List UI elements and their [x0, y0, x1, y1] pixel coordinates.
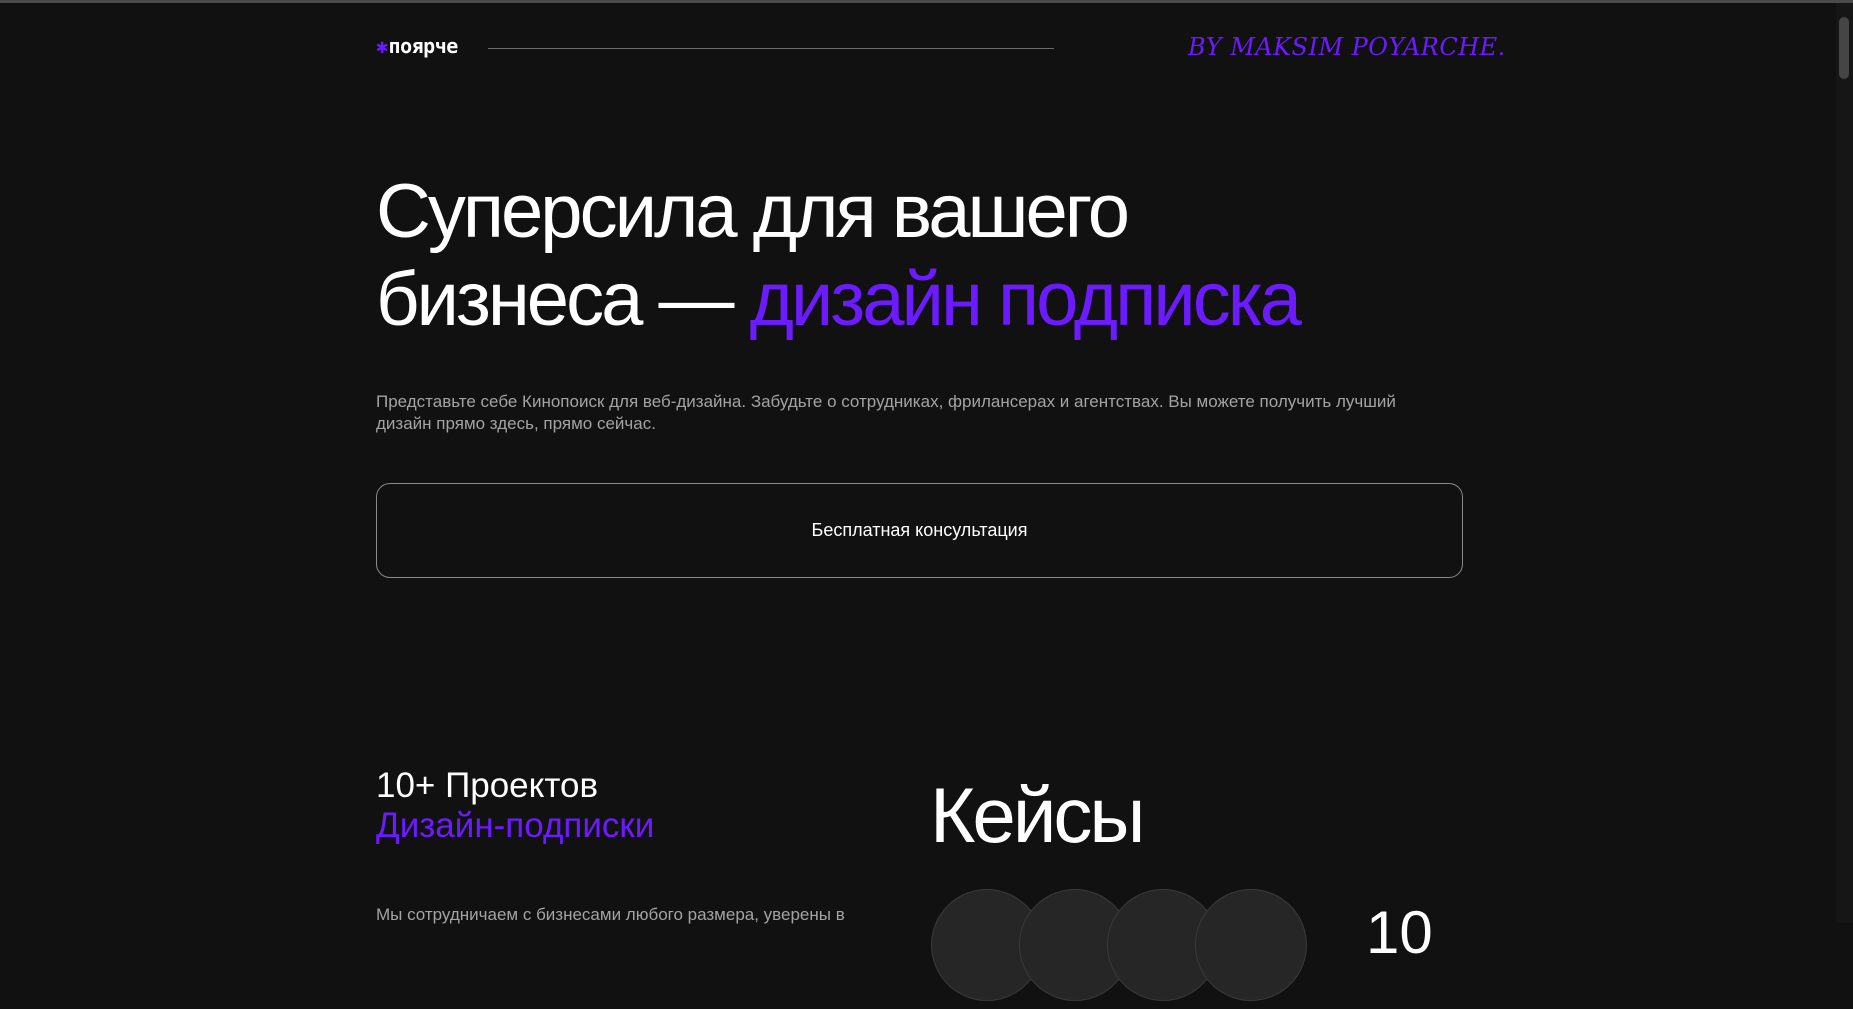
hero-title-line2: бизнеса — — [376, 257, 750, 342]
free-consultation-button[interactable]: Бесплатная консультация — [376, 483, 1463, 578]
page-scrollbar[interactable] — [1836, 3, 1853, 923]
hero-description: Представьте себе Кинопоиск для веб-дизай… — [376, 392, 1396, 433]
logo[interactable]: ✱поярче — [376, 34, 458, 58]
author-signature: BY MAKSIM POYARCHE. — [1188, 33, 1506, 61]
cases-title: Кейсы — [930, 771, 1145, 859]
scrollbar-thumb[interactable] — [1839, 17, 1849, 79]
client-avatars — [931, 889, 1351, 1009]
window-top-border — [0, 0, 1853, 3]
hero-title: Суперсила для вашего бизнеса — дизайн по… — [376, 168, 1464, 344]
projects-label: Дизайн-подписки — [376, 806, 655, 845]
projects-count: 10+ Проектов — [376, 766, 599, 805]
hero-title-line1: Суперсила для вашего — [376, 169, 1130, 254]
asterisk-icon: ✱ — [376, 34, 388, 58]
site-header: ✱поярче BY MAKSIM POYARCHE. — [376, 34, 1505, 62]
hero-title-accent: дизайн подписка — [749, 257, 1302, 342]
logo-text: поярче — [388, 34, 459, 58]
cases-count: 10 — [1366, 899, 1433, 966]
header-divider — [488, 48, 1054, 49]
projects-stats: 10+ Проектов Дизайн-подписки Мы сотрудни… — [376, 766, 896, 924]
avatar — [1195, 889, 1307, 1001]
